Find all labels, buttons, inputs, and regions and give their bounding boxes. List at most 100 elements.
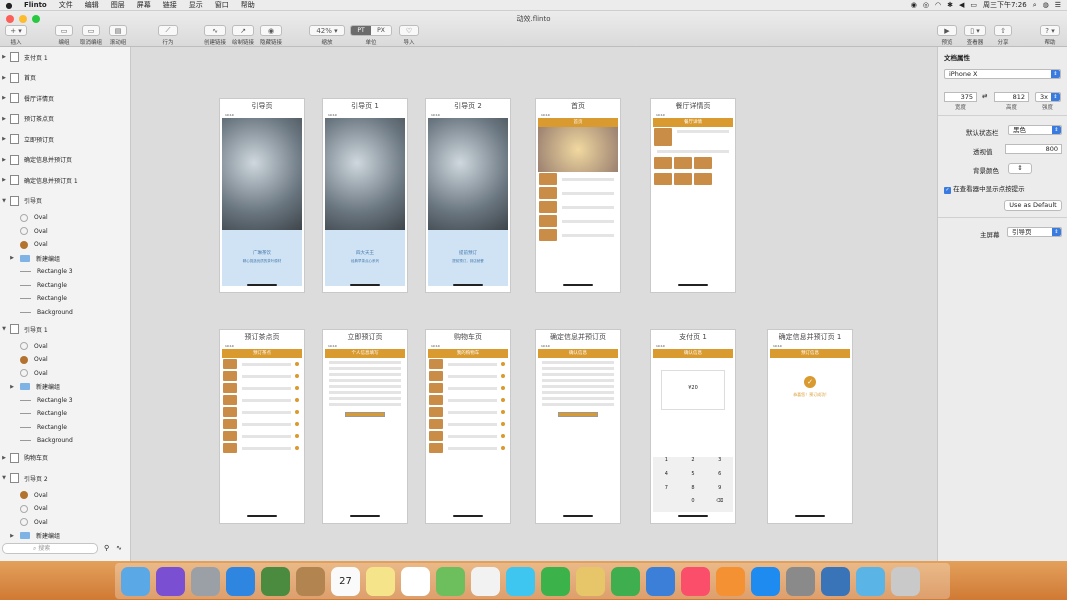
trash-icon[interactable] — [891, 566, 920, 596]
layer-item[interactable]: Oval — [0, 367, 130, 381]
home-screen-select[interactable]: 引导页 ⇕ — [1007, 227, 1062, 237]
notes-icon[interactable] — [366, 566, 395, 596]
messages-icon[interactable] — [506, 566, 535, 596]
flinto-icon[interactable] — [821, 566, 850, 596]
disclosure-icon[interactable]: ▶ — [0, 157, 8, 163]
disclosure-open-icon[interactable]: ▼ — [0, 326, 8, 332]
layer-item[interactable]: Rectangle — [0, 279, 130, 293]
hide-link-button[interactable]: ◉ 隐藏链接 — [260, 25, 282, 46]
design-canvas[interactable]: 引导页 10:10 广琳茶饮 精心挑选优质的茶叶原材 引导页 1 10:10 四大天王 经典早… — [131, 47, 937, 561]
disclosure-icon[interactable]: ▶ — [0, 95, 8, 101]
layer-item[interactable]: Oval — [0, 225, 130, 239]
screen-item[interactable]: ▶ 确定信息并预订页 1 — [0, 170, 130, 191]
add-icon[interactable] — [501, 386, 505, 390]
disclosure-icon[interactable]: ▶ — [8, 384, 16, 390]
menu-view[interactable]: 显示 — [183, 0, 209, 10]
import-button[interactable]: ♡ 导入 — [399, 25, 419, 46]
prefs-icon[interactable] — [786, 566, 815, 596]
layer-item[interactable]: Rectangle 3 — [0, 394, 130, 408]
disclosure-open-icon[interactable]: ▼ — [0, 198, 8, 204]
reminders-icon[interactable] — [401, 566, 430, 596]
add-icon[interactable] — [501, 410, 505, 414]
siri-menu-icon[interactable]: ◍ — [1043, 1, 1049, 9]
layer-item[interactable]: Rectangle — [0, 407, 130, 421]
layer-item[interactable]: Oval — [0, 238, 130, 252]
draw-link-button[interactable]: ↗ 绘制链接 — [232, 25, 254, 46]
layer-item[interactable]: Oval — [0, 502, 130, 516]
layer-item[interactable]: Oval — [0, 489, 130, 503]
facetime-icon[interactable] — [541, 566, 570, 596]
scale-select[interactable]: 3x ⇕ — [1035, 92, 1061, 102]
artboard-detail[interactable]: 餐厅详情页 10:10 餐厅详情 — [650, 98, 736, 293]
layer-item[interactable]: Oval — [0, 211, 130, 225]
artboard-form[interactable]: 确定信息并预订页 10:10 确认信息 — [535, 329, 621, 524]
artboard-done[interactable]: 确定信息并预订页 1 10:10 预订信息 ✓ 恭喜您！预订成功! — [767, 329, 853, 524]
insert-button[interactable]: + ▾ 插入 — [5, 25, 27, 46]
create-link-button[interactable]: ∿ 创建链接 — [204, 25, 226, 46]
link-icon[interactable]: ∿ — [116, 544, 122, 552]
zoom-control[interactable]: 42% ▾ 缩放 — [309, 25, 345, 46]
layer-item[interactable]: Rectangle — [0, 292, 130, 306]
menu-help[interactable]: 帮助 — [235, 0, 261, 10]
screen-item[interactable]: ▼ 引导页 2 — [0, 468, 130, 489]
menu-edit[interactable]: 编辑 — [79, 0, 105, 10]
keynote-icon[interactable] — [576, 566, 605, 596]
artboard-list[interactable]: 购物车页 10:10 我的购物车 — [425, 329, 511, 524]
group-button[interactable]: ▭ 编组 — [55, 25, 73, 46]
use-as-default-button[interactable]: Use as Default — [1004, 200, 1062, 211]
siri-status-icon[interactable]: ◎ — [923, 1, 929, 9]
help-button[interactable]: ? ▾ 帮助 — [1040, 25, 1060, 46]
clock[interactable]: 周三下午7:26 — [983, 0, 1027, 10]
status-bar-select[interactable]: 黑色 ⇕ — [1008, 125, 1062, 135]
books-icon[interactable] — [716, 566, 745, 596]
add-icon[interactable] — [501, 362, 505, 366]
numeric-keypad[interactable]: 1 2 3 4 5 6 7 8 9 0 ⌫ — [653, 457, 733, 512]
add-icon[interactable] — [501, 398, 505, 402]
disclosure-icon[interactable]: ▶ — [0, 177, 8, 183]
add-icon[interactable] — [295, 410, 299, 414]
battery-icon[interactable]: ▭ — [970, 1, 977, 9]
add-icon[interactable] — [295, 446, 299, 450]
add-icon[interactable] — [295, 374, 299, 378]
disclosure-icon[interactable]: ▶ — [0, 116, 8, 122]
screen-item[interactable]: ▶ 确定信息并预订页 — [0, 150, 130, 171]
add-icon[interactable] — [501, 446, 505, 450]
zoom-select[interactable]: 42% ▾ — [309, 25, 345, 36]
unit-px-button[interactable]: PX — [371, 26, 391, 35]
screen-item[interactable]: ▼ 引导页 1 — [0, 319, 130, 340]
layer-item[interactable]: Background — [0, 434, 130, 448]
disclosure-icon[interactable]: ▶ — [8, 255, 16, 261]
menu-link[interactable]: 链接 — [157, 0, 183, 10]
menu-layer[interactable]: 图层 — [105, 0, 131, 10]
artboard-pay[interactable]: 支付页 1 10:10 确认信息 ¥20 1 2 3 4 5 6 7 8 9 0 ⌫ — [650, 329, 736, 524]
magic-wand-icon[interactable]: ⚲ — [104, 544, 109, 552]
artboard-home[interactable]: 首页 10:10 首页 — [535, 98, 621, 293]
touch-hint-checkbox[interactable]: ✓ 在查看器中显示点按提示 — [944, 183, 1025, 194]
add-icon[interactable] — [501, 422, 505, 426]
spotlight-icon[interactable]: ⌕ — [1033, 1, 1037, 10]
calendar-icon[interactable]: 27 — [331, 566, 360, 596]
launchpad-icon[interactable] — [191, 566, 220, 596]
disclosure-open-icon[interactable]: ▼ — [0, 475, 8, 481]
artboard-form[interactable]: 立即预订页 10:10 个人信息填写 — [322, 329, 408, 524]
share-button[interactable]: ⇧ 分享 — [994, 25, 1012, 46]
disclosure-icon[interactable]: ▶ — [0, 75, 8, 81]
width-field[interactable]: 375 — [944, 92, 977, 102]
layer-item[interactable]: Oval — [0, 340, 130, 354]
maps-icon[interactable] — [436, 566, 465, 596]
menu-screen[interactable]: 屏幕 — [131, 0, 157, 10]
behavior-button[interactable]: ⟋ 行为 — [158, 25, 178, 46]
layer-item[interactable]: Oval — [0, 353, 130, 367]
notification-center-icon[interactable]: ☰ — [1055, 1, 1061, 9]
photos-icon[interactable] — [471, 566, 500, 596]
screen-item[interactable]: ▶ 支付页 1 — [0, 47, 130, 68]
add-icon[interactable] — [295, 386, 299, 390]
height-field[interactable]: 812 — [994, 92, 1029, 102]
artboard-guide[interactable]: 引导页 2 10:10 提前预订 提前预订，到店就餐 — [425, 98, 511, 293]
disclosure-icon[interactable]: ▶ — [8, 533, 16, 539]
artboard-guide[interactable]: 引导页 10:10 广琳茶饮 精心挑选优质的茶叶原材 — [219, 98, 305, 293]
layer-item[interactable]: Rectangle 3 — [0, 265, 130, 279]
screen-item[interactable]: ▶ 预订茶点页 — [0, 109, 130, 130]
swap-icon[interactable]: ⇄ — [982, 92, 987, 100]
disclosure-icon[interactable]: ▶ — [0, 136, 8, 142]
